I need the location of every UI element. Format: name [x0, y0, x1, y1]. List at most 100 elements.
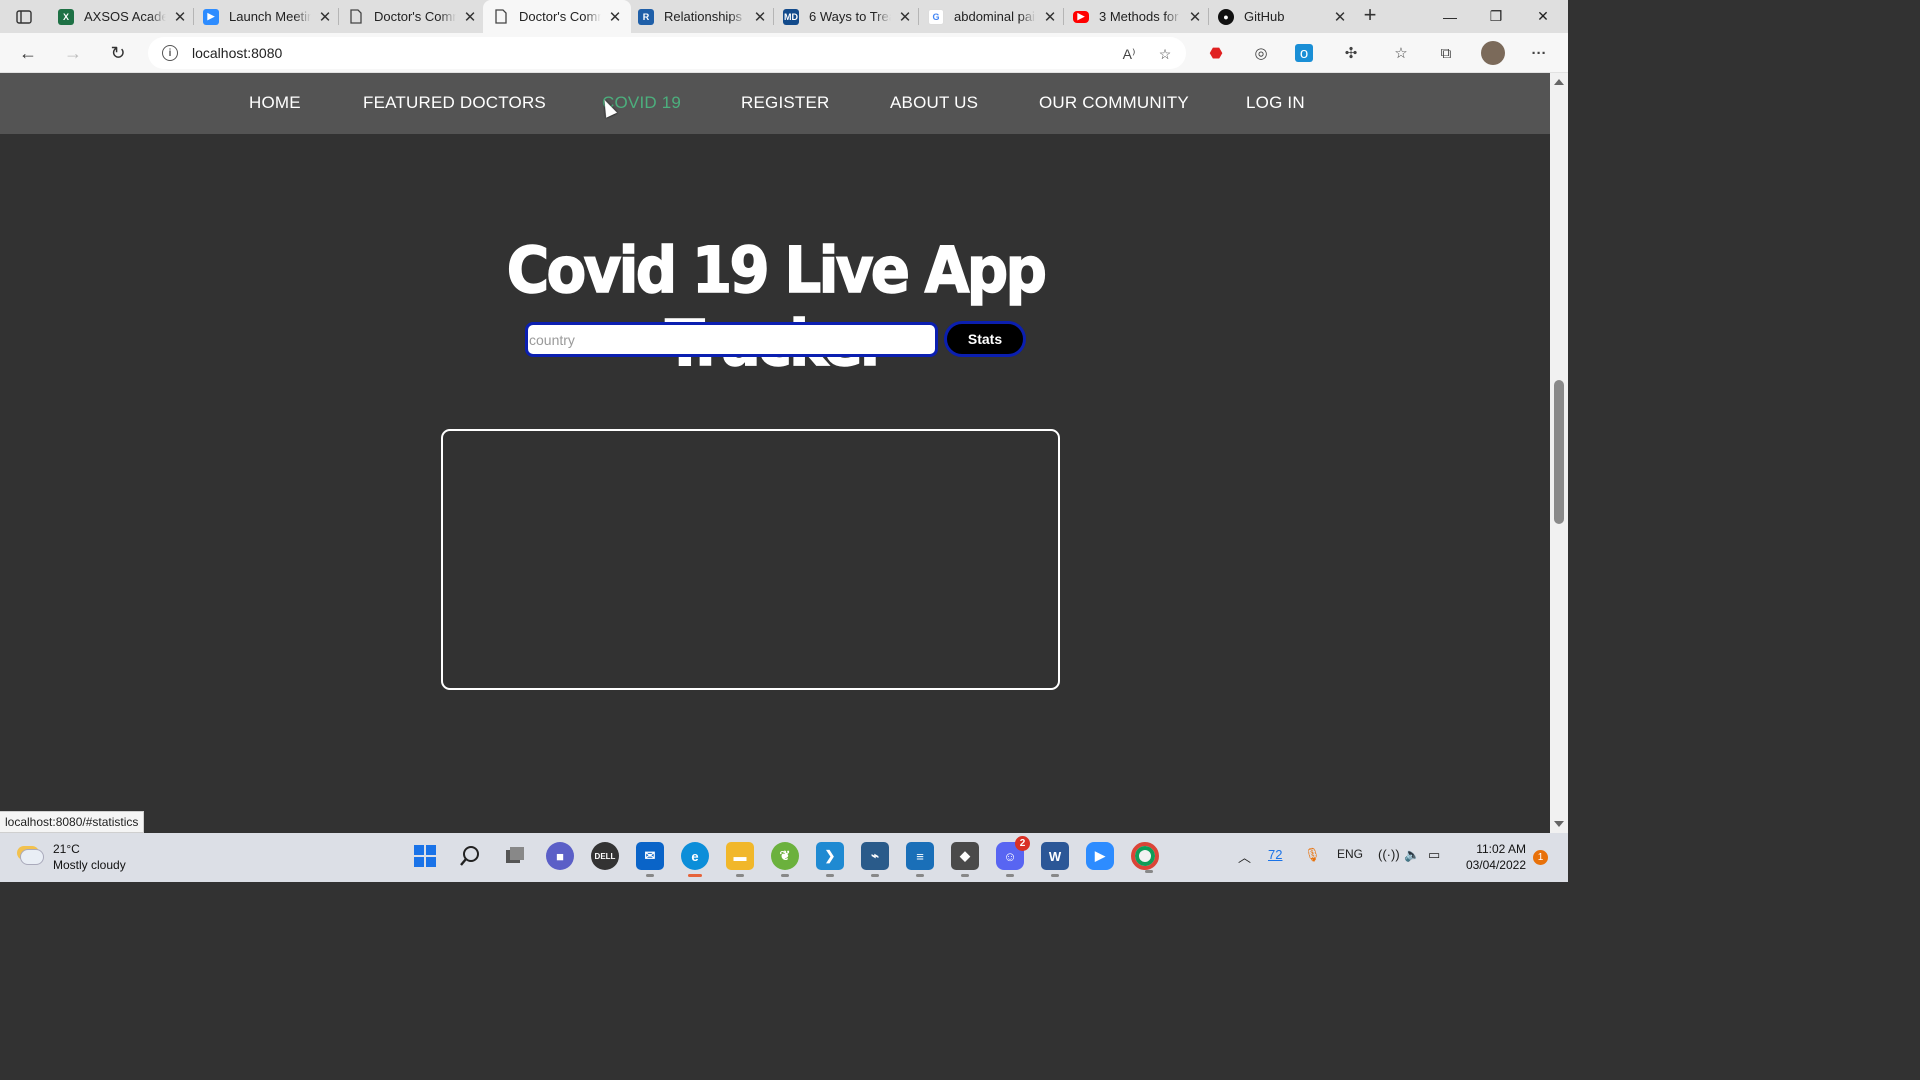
minimize-button[interactable]: —	[1427, 0, 1473, 33]
close-icon[interactable]: ✕	[1187, 8, 1203, 26]
country-search-input[interactable]	[525, 322, 938, 357]
notification-badge[interactable]: 1	[1533, 850, 1548, 865]
tab-title: AXSOS Academy	[84, 9, 166, 24]
extension-icon[interactable]: ◎	[1250, 42, 1272, 64]
site-info-icon[interactable]: i	[162, 45, 178, 61]
system-clock[interactable]: 11:02 AM 03/04/2022	[1458, 841, 1526, 873]
page-scrollbar[interactable]	[1550, 73, 1568, 833]
forward-button[interactable]: →	[58, 38, 88, 68]
back-button[interactable]: ←	[13, 38, 43, 68]
mail-icon[interactable]: ✉	[636, 842, 664, 877]
close-icon[interactable]: ✕	[172, 8, 188, 26]
wifi-icon[interactable]: ((·))	[1378, 847, 1400, 862]
tray-expand-icon[interactable]: ︿	[1238, 847, 1251, 866]
notepad-icon[interactable]: ≡	[906, 842, 934, 877]
scroll-up-icon[interactable]	[1554, 79, 1564, 85]
tab-actions-icon[interactable]	[10, 6, 38, 28]
browser-tab[interactable]: MD 6 Ways to Treat ✕	[773, 0, 921, 33]
browser-tab-bar: X AXSOS Academy ✕ ▶ Launch Meeting ✕ Doc…	[0, 0, 1568, 33]
close-icon[interactable]: ✕	[607, 8, 623, 26]
scroll-down-icon[interactable]	[1554, 821, 1564, 827]
browser-tab[interactable]: G abdominal pain ✕	[918, 0, 1066, 33]
dell-icon[interactable]: DELL	[591, 842, 619, 870]
nav-log-in[interactable]: LOG IN	[1246, 93, 1305, 113]
teams-chat-icon[interactable]: ■	[546, 842, 574, 870]
close-icon[interactable]: ✕	[1332, 8, 1348, 26]
tab-title: GitHub	[1244, 9, 1285, 24]
file-explorer-icon[interactable]: ▬	[726, 842, 754, 877]
scrollbar-thumb[interactable]	[1554, 380, 1564, 524]
weather-condition: Mostly cloudy	[53, 858, 126, 872]
doc-site-icon: R	[638, 8, 654, 25]
stats-button[interactable]: Stats	[944, 321, 1026, 357]
browser-tab[interactable]: X AXSOS Academy ✕	[48, 0, 196, 33]
youtube-icon: ▶	[1073, 10, 1089, 23]
microphone-icon[interactable]: 🎙	[1304, 847, 1321, 863]
tab-title: abdominal pain	[954, 9, 1036, 24]
nav-featured-doctors[interactable]: FEATURED DOCTORS	[363, 93, 546, 113]
browser-tab[interactable]: ▶ 3 Methods for ✕	[1063, 0, 1211, 33]
nav-register[interactable]: REGISTER	[741, 93, 830, 113]
tab-title: Doctor's Community	[374, 9, 456, 24]
language-indicator[interactable]: ENG	[1337, 847, 1363, 861]
tab-title: Doctor's Community	[519, 9, 601, 24]
close-icon[interactable]: ✕	[897, 8, 913, 26]
edge-icon[interactable]: e	[681, 842, 709, 877]
git-icon[interactable]: ◆	[951, 842, 979, 877]
browser-tab[interactable]: R Relationships ✕	[628, 0, 776, 33]
close-icon[interactable]: ✕	[462, 8, 478, 26]
collections-icon[interactable]: ⧉	[1435, 42, 1457, 64]
cloud-icon	[20, 849, 44, 865]
page-icon	[493, 9, 509, 25]
battery-icon[interactable]: ▭	[1428, 847, 1440, 863]
stats-results-panel	[441, 429, 1060, 690]
excel-icon: X	[58, 8, 74, 25]
adblock-icon[interactable]: ⬣	[1205, 42, 1227, 64]
more-menu-icon[interactable]: ···	[1528, 42, 1550, 64]
nav-our-community[interactable]: OUR COMMUNITY	[1039, 93, 1189, 113]
browser-tab[interactable]: ▶ Launch Meeting ✕	[193, 0, 341, 33]
page-title: Covid 19 Live App Tracker	[506, 233, 1048, 381]
mysql-workbench-icon[interactable]: ⌁	[861, 842, 889, 877]
tab-title: Launch Meeting	[229, 9, 311, 24]
google-icon: G	[928, 8, 944, 25]
nav-about-us[interactable]: ABOUT US	[890, 93, 978, 113]
tab-title: 6 Ways to Treat	[809, 9, 891, 24]
zoom-icon: ▶	[203, 8, 219, 25]
discord-icon[interactable]: ☺ 2	[996, 836, 1030, 877]
weather-temperature: 21°C	[53, 842, 80, 856]
volume-icon[interactable]: 🔈	[1404, 847, 1420, 863]
search-icon[interactable]	[456, 842, 484, 870]
restore-button[interactable]: ❐	[1473, 0, 1519, 33]
close-icon[interactable]: ✕	[1042, 8, 1058, 26]
github-icon: ●	[1218, 8, 1234, 25]
weather-widget[interactable]: 21°C Mostly cloudy	[20, 841, 126, 873]
word-icon[interactable]: W	[1041, 842, 1069, 877]
browser-tab-active[interactable]: Doctor's Community ✕	[483, 0, 631, 33]
favorites-icon[interactable]: ☆	[1390, 42, 1412, 64]
task-view-icon[interactable]	[501, 842, 529, 870]
extensions-icon[interactable]: ✣	[1340, 42, 1362, 64]
browser-tab[interactable]: Doctor's Community ✕	[338, 0, 486, 33]
discord-badge: 2	[1015, 836, 1030, 851]
vscode-icon[interactable]: ❯	[816, 842, 844, 877]
address-bar[interactable]: i localhost:8080 A⁾ ☆	[148, 37, 1186, 69]
refresh-button[interactable]: ↻	[103, 38, 133, 68]
chrome-icon[interactable]	[1131, 842, 1159, 873]
new-tab-button[interactable]: +	[1358, 4, 1382, 28]
read-aloud-icon[interactable]: A⁾	[1120, 45, 1138, 63]
zoom-app-icon[interactable]: ▶	[1086, 842, 1114, 870]
status-bar-url: localhost:8080/#statistics	[0, 811, 145, 833]
close-window-button[interactable]: ✕	[1520, 0, 1566, 33]
start-button[interactable]	[411, 842, 439, 870]
close-icon[interactable]: ✕	[317, 8, 333, 26]
tab-title: Relationships	[664, 9, 743, 24]
nav-home[interactable]: HOME	[249, 93, 301, 113]
add-favorite-icon[interactable]: ☆	[1156, 45, 1174, 63]
profile-avatar[interactable]	[1481, 41, 1505, 65]
extension-icon[interactable]: o	[1295, 44, 1313, 62]
spring-tools-icon[interactable]: ❦	[771, 842, 799, 877]
tray-app-badge[interactable]: 72	[1268, 847, 1282, 862]
browser-tab[interactable]: ● GitHub ✕	[1208, 0, 1356, 33]
close-icon[interactable]: ✕	[752, 8, 768, 26]
